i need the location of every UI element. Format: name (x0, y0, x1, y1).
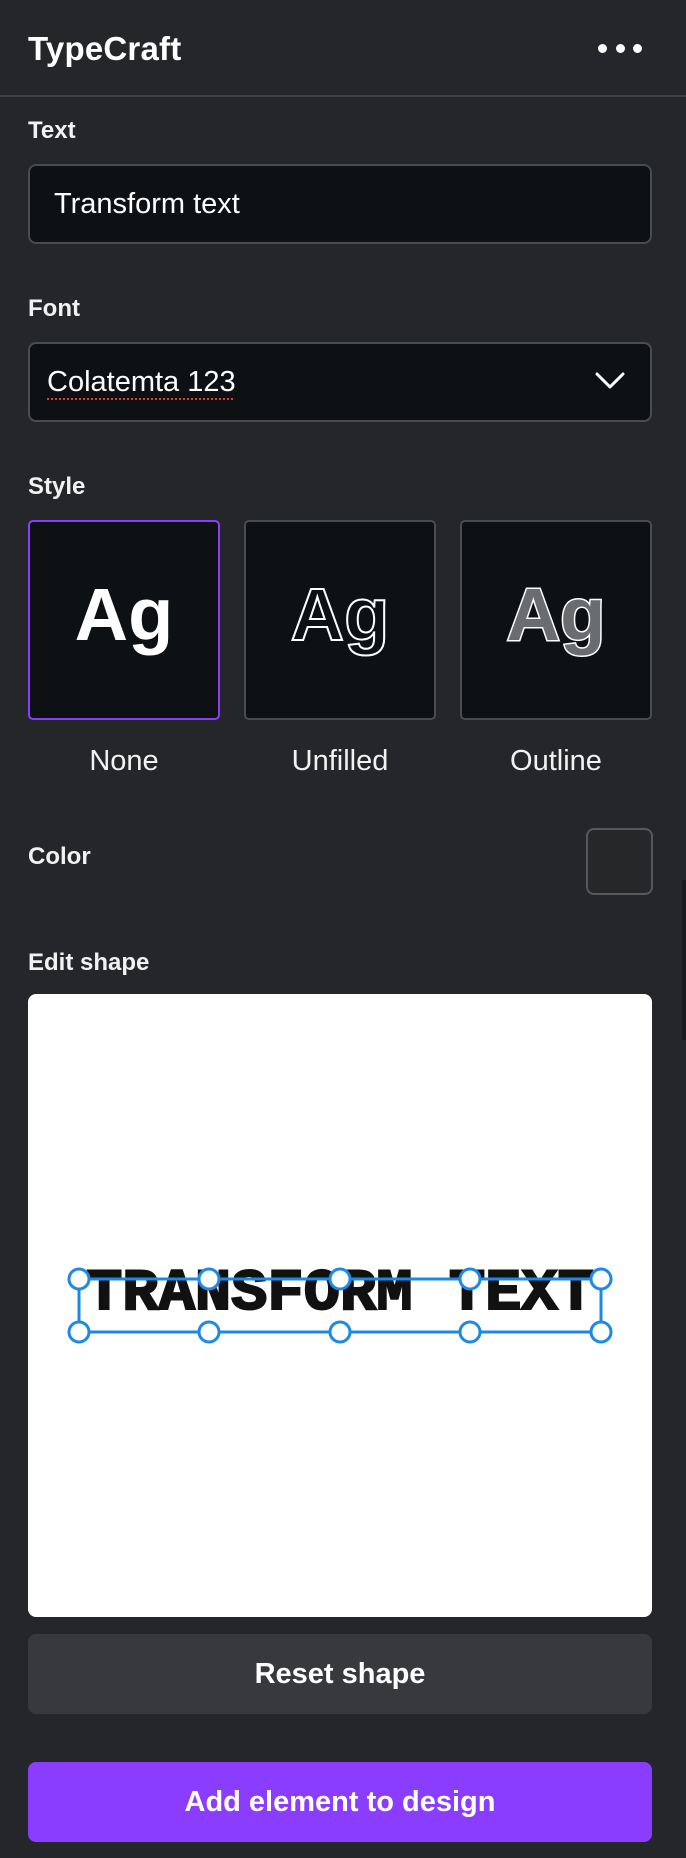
text-label: Text (28, 117, 76, 144)
resize-handle-icon[interactable] (197, 1320, 221, 1344)
resize-handle-icon[interactable] (458, 1320, 482, 1344)
style-option-none[interactable]: Ag (28, 520, 220, 720)
style-sample-text: Ag (75, 575, 174, 656)
resize-handle-icon[interactable] (67, 1320, 91, 1344)
color-swatch[interactable] (586, 828, 653, 895)
style-sample-filled: Ag (75, 575, 174, 656)
more-horizontal-icon (598, 43, 607, 53)
app-header: TypeCraft (0, 0, 686, 97)
font-select[interactable]: Colatemta 123 (28, 342, 652, 422)
more-dot (633, 43, 642, 53)
chevron-down-icon (595, 372, 625, 389)
color-label: Color (28, 843, 91, 870)
font-select-value: Colatemta 123 (47, 366, 236, 398)
style-sample-unfilled: Ag (290, 575, 391, 657)
style-option-outline[interactable]: Ag (460, 520, 652, 720)
resize-handle-icon[interactable] (67, 1267, 91, 1291)
shape-preview: TRANSFORM TEXT (67, 1261, 613, 1344)
style-caption-unfilled: Unfilled (291, 745, 389, 777)
shape-canvas[interactable]: TRANSFORM TEXT (28, 994, 652, 1617)
more-options-button[interactable] (592, 30, 648, 66)
resize-handle-icon[interactable] (589, 1320, 613, 1344)
resize-handle-icon[interactable] (197, 1267, 221, 1291)
style-sample-outline: Ag (505, 575, 607, 658)
resize-handle-icon[interactable] (328, 1320, 352, 1344)
reset-shape-button[interactable]: Reset shape (28, 1634, 652, 1714)
text-input[interactable] (28, 164, 652, 244)
resize-handle-icon[interactable] (458, 1267, 482, 1291)
style-option-unfilled[interactable]: Ag (244, 520, 436, 720)
edit-shape-label: Edit shape (28, 949, 150, 976)
style-sample-text: Ag (291, 575, 390, 656)
style-caption-outline: Outline (510, 745, 602, 777)
app-title: TypeCraft (28, 30, 182, 67)
font-label: Font (28, 295, 80, 322)
style-label: Style (28, 473, 86, 500)
scrollbar[interactable] (682, 880, 686, 1040)
more-dot (615, 43, 625, 53)
resize-handle-icon[interactable] (328, 1267, 352, 1291)
style-caption-none: None (89, 745, 159, 777)
add-element-button[interactable]: Add element to design (28, 1762, 652, 1842)
resize-handle-icon[interactable] (589, 1267, 613, 1291)
style-sample-text: Ag (507, 575, 606, 656)
